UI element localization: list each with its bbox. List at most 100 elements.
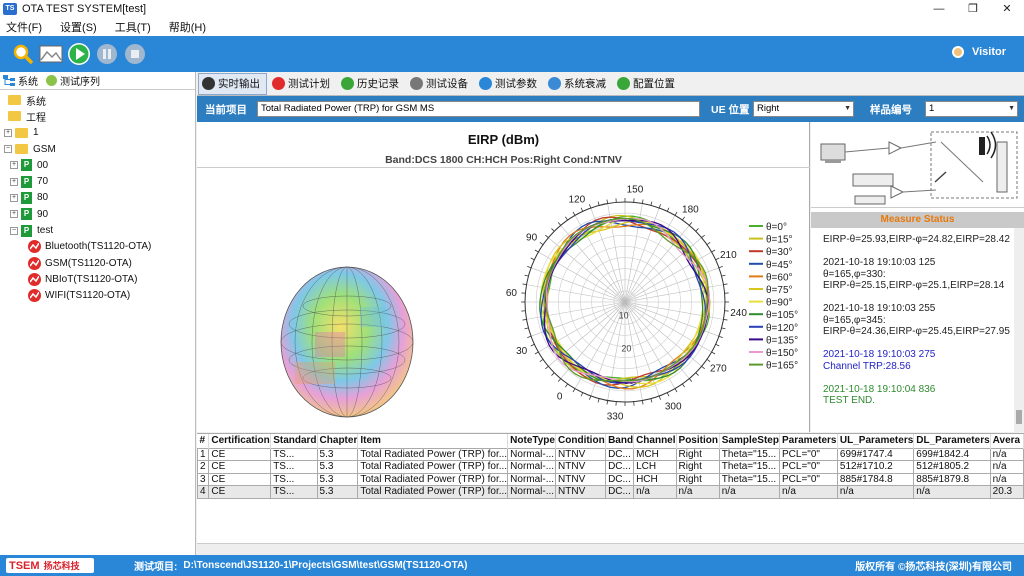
table-cell: 1 (197, 447, 210, 461)
column-header[interactable]: DL_Parameters (913, 434, 991, 448)
tree-node[interactable]: WIFI(TS1120-OTA) (0, 288, 195, 304)
table-cell: DC... (605, 485, 635, 499)
table-cell: MCH (633, 447, 677, 461)
pause-button[interactable] (94, 41, 120, 67)
tree-node[interactable]: Bluetooth(TS1120-OTA) (0, 239, 195, 255)
polar-tick (539, 242, 544, 245)
current-project-field[interactable]: Total Radiated Power (TRP) for GSM MS (257, 101, 700, 117)
minimize-button[interactable]: — (922, 0, 956, 17)
column-header[interactable]: Position (676, 434, 720, 448)
maximize-button[interactable]: ❐ (956, 0, 990, 17)
run-button[interactable] (66, 41, 92, 67)
legend-label: θ=30° (766, 247, 793, 258)
menu-file[interactable]: 文件(F) (6, 19, 42, 35)
tree-node[interactable]: + P 00 (0, 157, 195, 173)
table-cell: CE (208, 460, 272, 474)
log-line: EIRP-θ=25.15,EIRP-φ=25.1,EIRP=28.14 (823, 280, 1005, 291)
scroll-thumb[interactable] (1016, 410, 1022, 424)
column-header[interactable]: Certification (208, 434, 272, 448)
tab-test-parameters[interactable]: 测试参数 (476, 73, 543, 95)
tree-node[interactable]: + P 90 (0, 206, 195, 222)
table-cell: Theta="15... (718, 447, 780, 461)
column-header[interactable]: Standard (270, 434, 318, 448)
polar-tick (721, 274, 726, 277)
search-button[interactable] (10, 41, 36, 67)
column-header[interactable]: Band (605, 434, 635, 448)
table-cell: Total Radiated Power (TRP) for... (357, 485, 509, 499)
tab-realtime-output[interactable]: 实时输出 (198, 72, 267, 95)
polar-tick (545, 365, 549, 370)
tab-system[interactable]: 系统 (3, 73, 38, 88)
tree-node[interactable]: 工程 (0, 108, 195, 124)
menu-help[interactable]: 帮助(H) (169, 19, 206, 35)
polar-tick (545, 234, 549, 239)
tree-node[interactable]: + P 80 (0, 190, 195, 206)
column-header[interactable]: # (197, 434, 210, 448)
sample-number-select[interactable]: 1 ▼ (925, 101, 1018, 117)
tree-node[interactable]: NBIoT(TS1120-OTA) (0, 271, 195, 287)
tree-expander[interactable]: + (4, 128, 12, 137)
table-cell: 512#1710.2 (836, 460, 915, 474)
user-area[interactable]: Visitor (951, 46, 1006, 58)
stop-button[interactable] (122, 41, 148, 67)
log-entry: 2021-10-18 19:10:04 836 TEST END. (823, 384, 1013, 407)
table-row[interactable]: 1 CE TS... 5.3 Total Radiated Power (TRP) fo… (197, 447, 1024, 461)
tab-history[interactable]: 历史记录 (338, 73, 405, 95)
column-header[interactable]: Avera (990, 434, 1024, 448)
test-item-icon (28, 256, 41, 270)
tree-node[interactable]: − GSM (0, 141, 195, 157)
tree-node[interactable]: − Ptest (0, 222, 195, 238)
menu-settings[interactable]: 设置(S) (60, 19, 97, 35)
project-path-label: 测试项目: (134, 562, 178, 573)
table-cell: n/a (989, 460, 1024, 474)
polar-tick (706, 242, 711, 245)
table-cell: DC... (605, 460, 635, 474)
tree-node[interactable]: + P 70 (0, 173, 195, 189)
tree-expander[interactable]: + (10, 210, 18, 219)
column-header[interactable]: NoteType (507, 434, 557, 448)
table-cell: DC... (605, 472, 635, 486)
legend-label: θ=135° (766, 335, 798, 346)
column-header[interactable]: Chapter (317, 434, 359, 448)
tab-test-plan[interactable]: 测试计划 (269, 73, 336, 95)
tab-test-equipment[interactable]: 测试设备 (407, 73, 474, 95)
measure-status-scrollbar[interactable] (1014, 228, 1024, 432)
image-button[interactable] (38, 41, 64, 67)
table-cell: n/a (913, 485, 991, 499)
chevron-down-icon: ▼ (844, 105, 851, 112)
tree-expander[interactable]: + (10, 193, 18, 202)
search-icon (13, 44, 34, 65)
column-header[interactable]: UL_Parameters (837, 434, 915, 448)
table-cell: CE (208, 485, 272, 499)
column-header[interactable]: SampleStep (719, 434, 780, 448)
sample-number-label: 样品编号 (870, 103, 912, 116)
tab-label: 历史记录 (357, 78, 399, 90)
tree-node[interactable]: 系统 (0, 92, 195, 108)
close-button[interactable]: ✕ (990, 0, 1024, 17)
tree-node[interactable]: GSM(TS1120-OTA) (0, 255, 195, 271)
ue-position-select[interactable]: Right ▼ (753, 101, 854, 117)
table-row[interactable]: 4 CE TS... 5.3 Total Radiated Power (TRP) fo… (197, 485, 1024, 499)
tree-expander[interactable]: + (10, 177, 18, 186)
table-horizontal-scrollbar[interactable] (197, 543, 1024, 555)
tab-system-attenuation[interactable]: 系统衰减 (545, 73, 612, 95)
tree-expander[interactable]: − (10, 226, 18, 235)
column-header[interactable]: Channel (633, 434, 677, 448)
menu-tools[interactable]: 工具(T) (115, 19, 151, 35)
image-icon (39, 45, 63, 63)
column-header[interactable]: Parameters (779, 434, 838, 448)
column-header[interactable]: Item (357, 434, 509, 448)
tree-node-label: 00 (37, 159, 49, 171)
table-cell: 699#1842.4 (913, 447, 991, 461)
table-row[interactable]: 3 CE TS... 5.3 Total Radiated Power (TRP) fo… (197, 472, 1024, 486)
column-header[interactable]: Condition (555, 434, 607, 448)
tree-expander[interactable]: + (10, 161, 18, 170)
table-row[interactable]: 2 CE TS... 5.3 Total Radiated Power (TRP) fo… (197, 460, 1024, 474)
tab-config-position[interactable]: 配置位置 (614, 73, 681, 95)
polar-tick (674, 211, 678, 216)
measure-status-header: Measure Status (811, 212, 1024, 228)
tree-node[interactable]: +1 (0, 125, 195, 141)
tab-test-sequence[interactable]: 测试序列 (46, 73, 100, 88)
tree-expander[interactable]: − (4, 145, 12, 154)
polar-tick (534, 249, 539, 253)
